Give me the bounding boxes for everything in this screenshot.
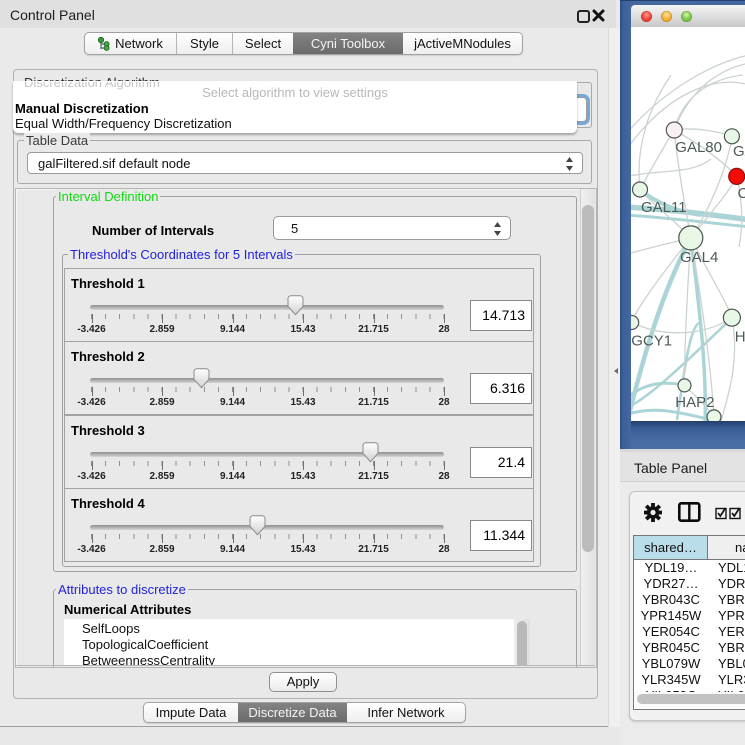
svg-text:HIS: HIS bbox=[735, 329, 745, 346]
svg-text:CYB: CYB bbox=[738, 185, 745, 202]
svg-text:GAL80: GAL80 bbox=[675, 139, 722, 156]
svg-text:GAL4: GAL4 bbox=[680, 249, 718, 266]
svg-text:GAL4: GAL4 bbox=[733, 143, 745, 160]
svg-text:GCY1: GCY1 bbox=[631, 333, 672, 350]
svg-text:GAL11: GAL11 bbox=[641, 199, 687, 216]
svg-text:HAP2: HAP2 bbox=[675, 394, 714, 411]
